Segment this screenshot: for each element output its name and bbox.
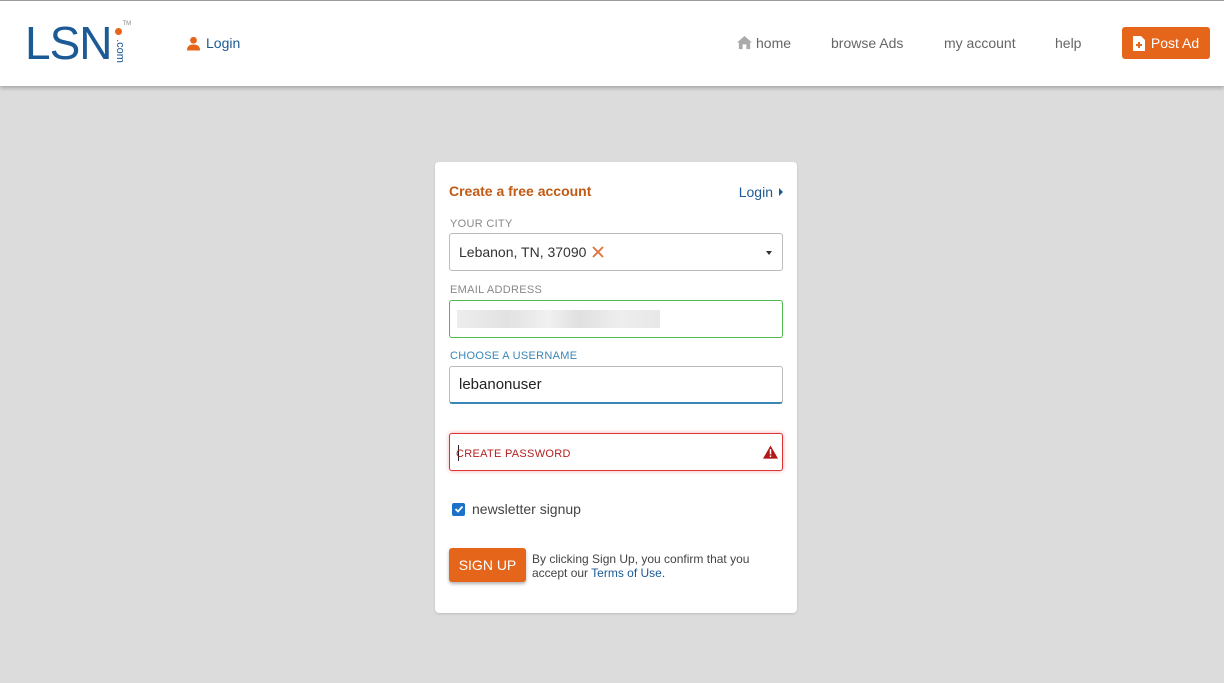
home-icon [737,35,752,50]
header-login-label: Login [206,35,241,51]
nav-help[interactable]: help [1055,35,1081,51]
username-field[interactable]: lebanonuser [449,366,783,404]
post-ad-button[interactable]: Post Ad [1122,27,1210,59]
document-plus-icon [1132,35,1145,51]
signup-card: Create a free account Login YOUR CITY Le… [435,162,797,613]
terms-suffix: . [661,566,666,580]
post-ad-label: Post Ad [1150,35,1200,51]
email-field[interactable] [449,300,783,338]
check-icon [454,505,463,513]
site-header: LSN TM .com Login home browse Ads my acc… [0,0,1224,86]
terms-of-use-link[interactable]: Terms of Use [591,566,662,580]
logo-dot [115,28,123,35]
newsletter-checkbox[interactable] [452,502,465,516]
site-logo[interactable]: LSN TM .com [25,17,132,69]
logo-text: LSN [25,17,112,69]
nav-my-account[interactable]: my account [944,35,1016,51]
city-label: YOUR CITY [450,218,513,230]
user-icon [186,36,201,51]
nav-home[interactable]: home [736,35,791,51]
email-label: EMAIL ADDRESS [450,284,543,296]
card-login-link[interactable]: Login [739,184,783,200]
terms-text: By clicking Sign Up, you confirm that yo… [532,552,772,580]
username-label: CHOOSE A USERNAME [450,350,578,362]
newsletter-label[interactable]: newsletter signup [472,501,581,517]
logo-suffix: .com [114,39,127,63]
logo-suffix-group: TM .com [112,21,132,67]
nav-browse-ads[interactable]: browse Ads [831,35,903,51]
newsletter-row: newsletter signup [452,501,581,517]
chevron-down-icon[interactable] [766,251,772,255]
city-select[interactable]: Lebanon, TN, 37090 [449,233,783,271]
card-login-label: Login [738,184,773,200]
warning-icon [763,445,778,459]
signup-title: Create a free account [449,183,592,199]
header-login-link[interactable]: Login [186,35,240,51]
city-value: Lebanon, TN, 37090 [459,244,587,260]
close-icon[interactable] [592,246,605,258]
caret-right-icon [779,188,783,196]
nav-home-label: home [756,35,792,51]
email-value-redacted [457,310,660,328]
password-field[interactable]: CREATE PASSWORD [449,433,783,471]
password-placeholder: CREATE PASSWORD [456,448,571,460]
signup-button[interactable]: SIGN UP [449,548,526,582]
logo-trademark: TM [122,21,132,27]
